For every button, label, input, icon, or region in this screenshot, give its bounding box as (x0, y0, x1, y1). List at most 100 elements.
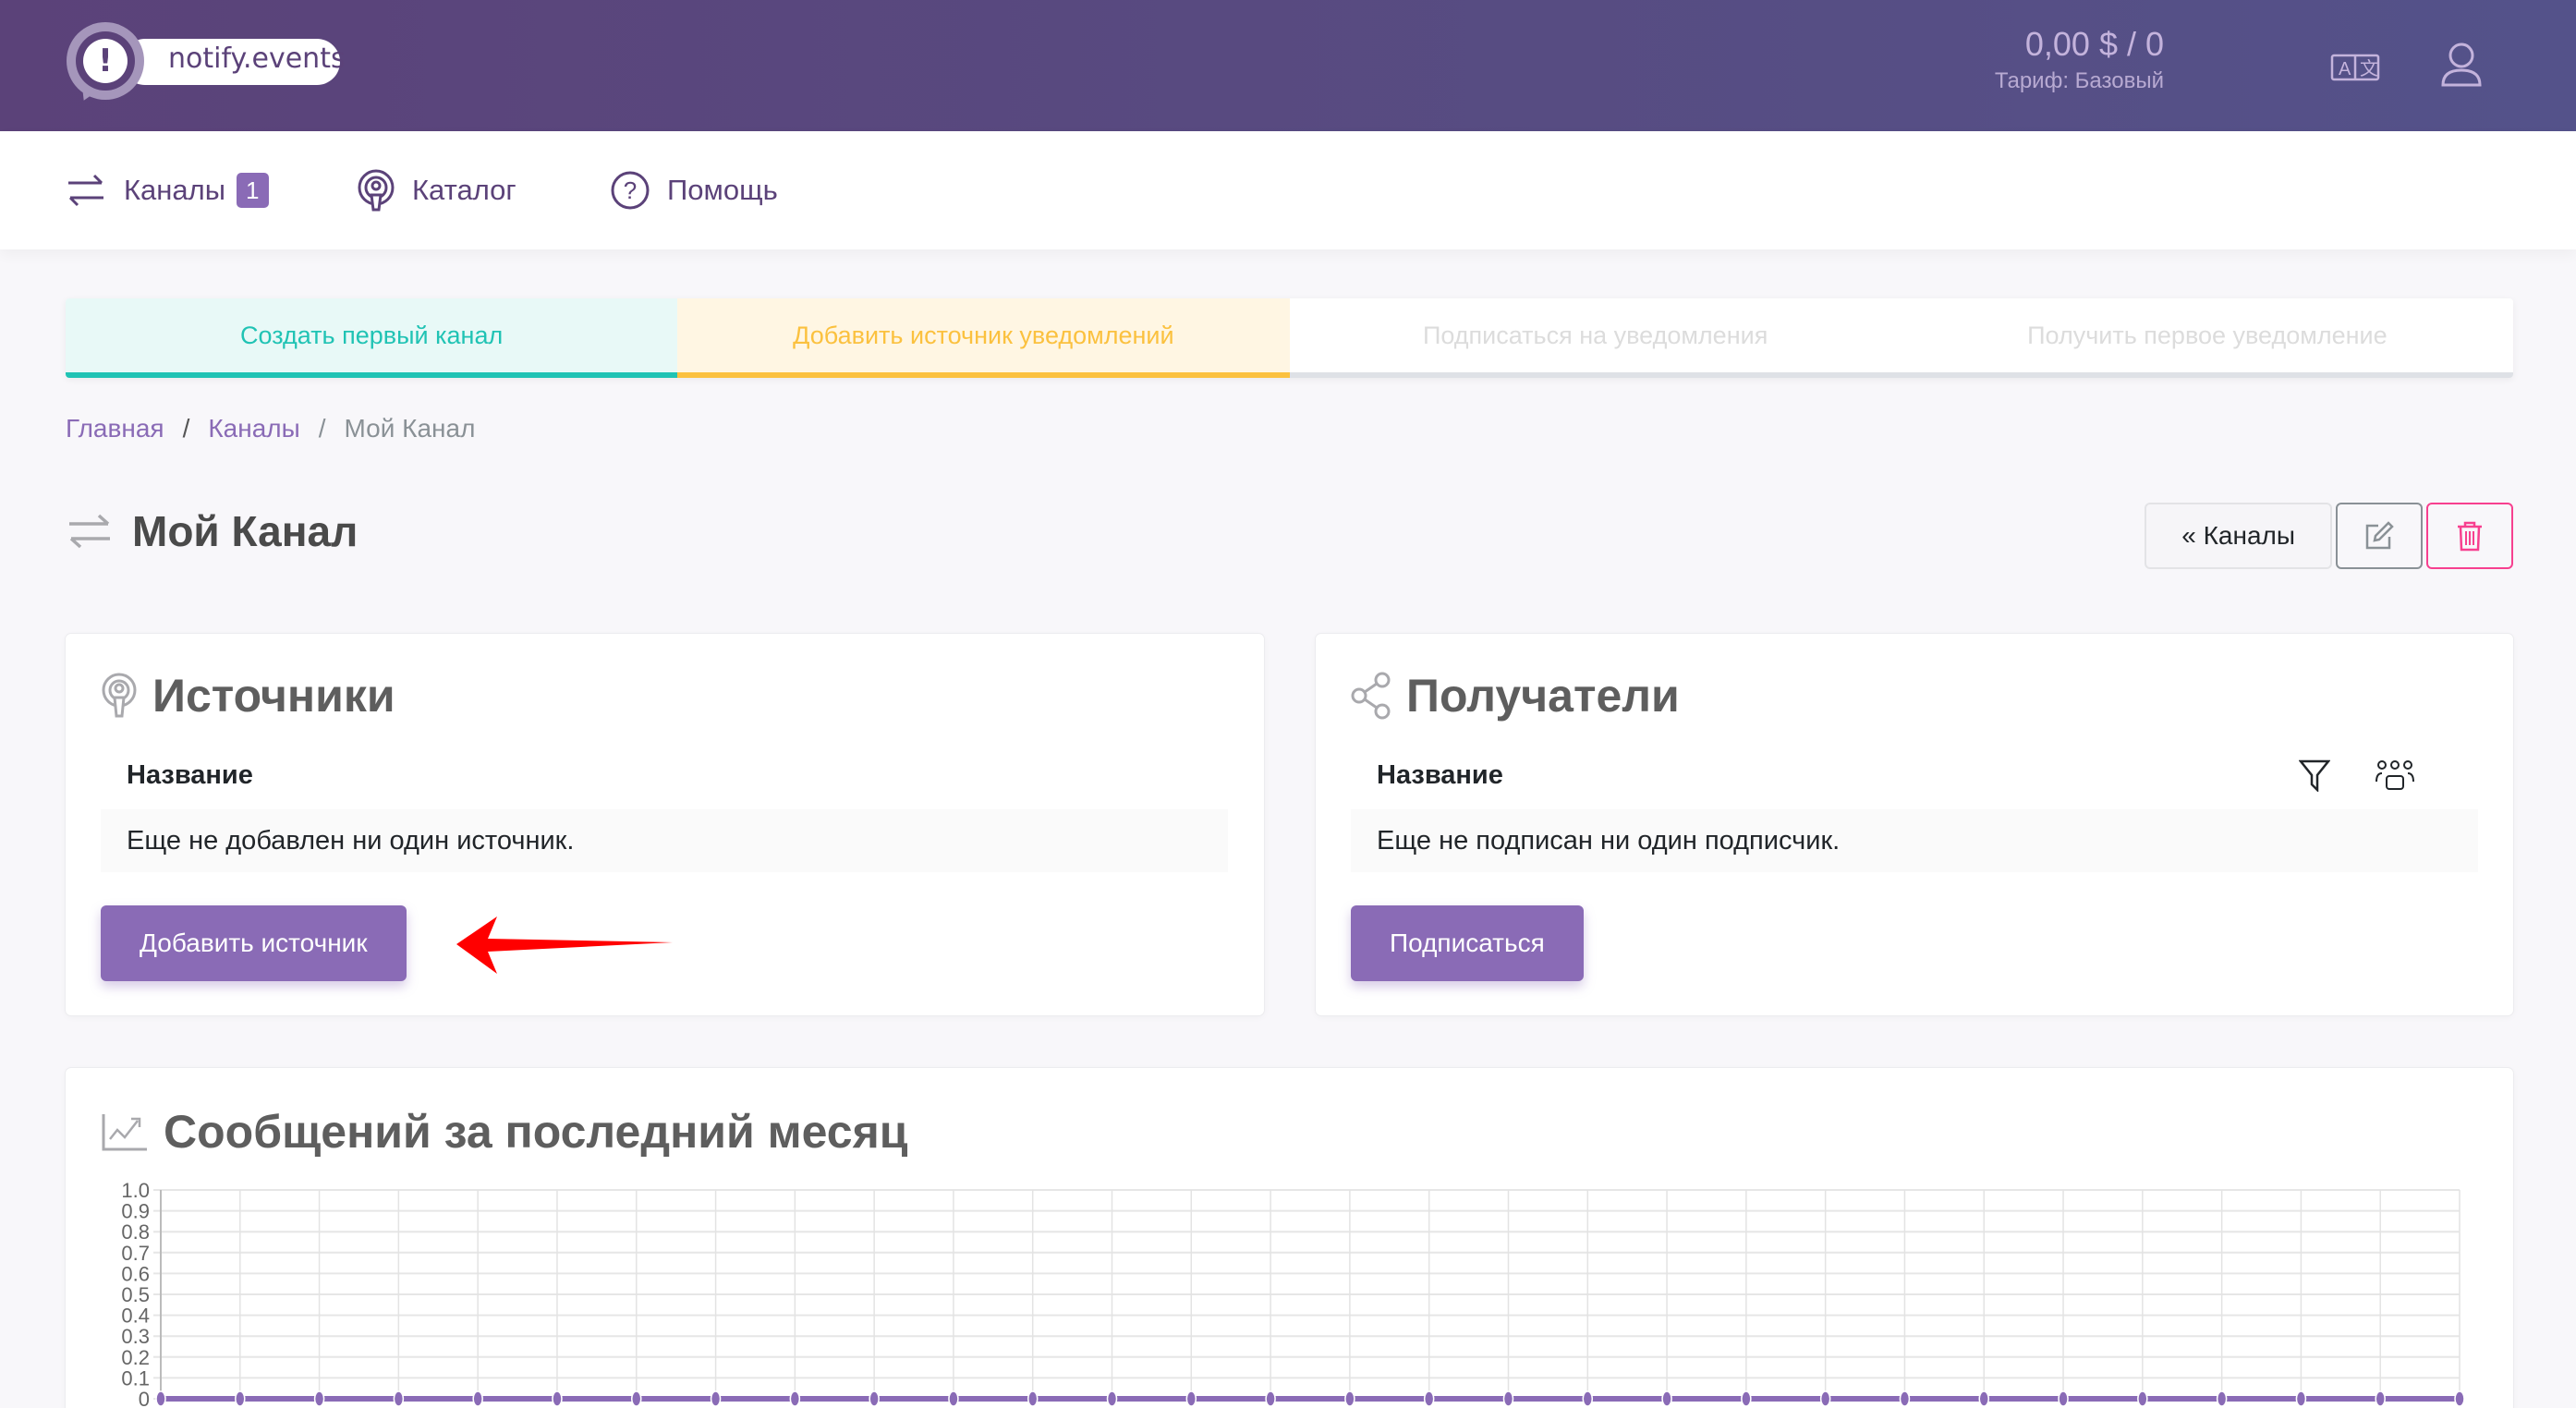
step-subscribe[interactable]: Подписаться на уведомления (1289, 298, 1902, 378)
recipients-empty-row: Еще не подписан ни один подписчик. (1351, 809, 2478, 872)
svg-text:?: ? (624, 176, 637, 204)
sources-header: Источники (101, 669, 395, 722)
breadcrumb-separator: / (318, 414, 326, 443)
sources-table-header: Название (101, 745, 1228, 806)
data-point (2216, 1390, 2228, 1407)
data-point (1819, 1390, 1831, 1407)
nav-item-help[interactable]: ? Помощь (610, 166, 778, 214)
broadcast-icon (102, 673, 137, 718)
sources-empty-row: Еще не добавлен ни один источник. (101, 809, 1228, 872)
step-create-channel[interactable]: Создать первый канал (66, 298, 678, 378)
data-point (1106, 1390, 1118, 1407)
data-point (155, 1390, 166, 1407)
data-point (1978, 1390, 1989, 1407)
empty-message: Еще не подписан ни один подписчик. (1377, 825, 1841, 856)
nav-label-channels: Каналы (124, 174, 226, 206)
messages-chart-card: Сообщений за последний месяц 0 0.1 0.2 0.3 0… (66, 1068, 2513, 1408)
user-icon[interactable] (2436, 41, 2487, 92)
tariff-label: Тариф: Базовый (1994, 68, 2164, 93)
balance-amount: 0,00 $ / 0 (2024, 25, 2164, 63)
column-name: Название (127, 759, 253, 790)
data-point (552, 1390, 563, 1407)
y-tick-label: 1.0 (121, 1179, 150, 1202)
breadcrumb-channels[interactable]: Каналы (208, 414, 299, 443)
data-point (948, 1390, 959, 1407)
delete-channel-button[interactable] (2426, 503, 2513, 569)
users-group-icon[interactable] (2375, 759, 2415, 791)
data-point (869, 1390, 880, 1407)
nav-label-help: Помощь (667, 174, 778, 206)
broadcast-icon (358, 169, 395, 212)
data-point (472, 1390, 483, 1407)
y-tick-label: 0.4 (121, 1305, 150, 1328)
breadcrumb-home[interactable]: Главная (66, 414, 164, 443)
data-point (789, 1390, 801, 1407)
recipients-header: Получатели (1351, 669, 1680, 722)
data-point (2454, 1390, 2465, 1407)
breadcrumb: Главная / Каналы / Мой Канал (66, 414, 475, 443)
data-point (631, 1390, 642, 1407)
y-tick-label: 0.2 (121, 1346, 150, 1369)
data-point (1423, 1390, 1435, 1407)
back-to-channels-button[interactable]: « Каналы (2145, 503, 2332, 569)
recipients-card: Получатели Название Еще не подписан ни о… (1316, 634, 2513, 1015)
data-point (710, 1390, 722, 1407)
step-label: Подписаться на уведомления (1422, 321, 1768, 349)
data-point (1502, 1390, 1514, 1407)
data-point (313, 1390, 325, 1407)
y-tick-label: 0.8 (121, 1220, 150, 1244)
onboarding-steps: Создать первый канал Добавить источник у… (66, 298, 2513, 378)
step-label: Получить первое уведомление (2027, 321, 2388, 349)
data-point (393, 1390, 405, 1407)
y-tick-label: 0.5 (121, 1283, 150, 1306)
arrows-exchange-icon (69, 514, 110, 549)
data-point (1582, 1390, 1594, 1407)
filter-icon[interactable] (2299, 759, 2330, 792)
arrows-exchange-icon (68, 174, 103, 207)
data-point (1899, 1390, 1911, 1407)
channels-count-badge: 1 (237, 173, 269, 208)
y-tick-label: 0 (139, 1388, 150, 1408)
edit-icon (2365, 521, 2394, 550)
subscribe-button[interactable]: Подписаться (1351, 905, 1584, 981)
data-point (235, 1390, 246, 1407)
top-header: notify.events ! 0,00 $ / 0 Тариф: Базовы… (0, 0, 2576, 131)
column-name: Название (1377, 759, 1503, 790)
page-title: Мой Канал (132, 507, 358, 555)
step-first-notification[interactable]: Получить первое уведомление (1901, 298, 2513, 378)
data-point (1661, 1390, 1672, 1407)
add-source-button[interactable]: Добавить источник (101, 905, 407, 981)
data-point (1741, 1390, 1752, 1407)
translate-icon[interactable]: A 文 (2330, 41, 2382, 92)
y-tick-label: 0.6 (121, 1262, 150, 1285)
edit-channel-button[interactable] (2336, 503, 2423, 569)
svg-text:文: 文 (2360, 58, 2378, 79)
brand-name: notify.events (168, 42, 346, 75)
exclamation-icon: ! (83, 39, 128, 83)
trash-icon (2458, 521, 2482, 552)
y-tick-label: 0.7 (121, 1242, 150, 1265)
step-label: Создать первый канал (240, 321, 504, 349)
recipients-table-header: Название (1351, 745, 2478, 806)
step-label: Добавить источник уведомлений (793, 321, 1174, 349)
breadcrumb-current: Мой Канал (344, 414, 476, 443)
main-nav: Каналы 1 Каталог ? Помощь (0, 131, 2576, 249)
nav-label-catalog: Каталог (412, 174, 516, 206)
nav-item-catalog[interactable]: Каталог (357, 166, 516, 214)
y-tick-label: 0.1 (121, 1366, 150, 1390)
page-title-row: Мой Канал (66, 506, 358, 556)
data-point (1185, 1390, 1197, 1407)
data-point (1344, 1390, 1355, 1407)
data-point (2295, 1390, 2307, 1407)
data-point (2375, 1390, 2386, 1407)
step-add-source[interactable]: Добавить источник уведомлений (677, 298, 1290, 378)
y-tick-label: 0.9 (121, 1200, 150, 1223)
breadcrumb-separator: / (182, 414, 190, 443)
data-point (2137, 1390, 2148, 1407)
nav-item-channels[interactable]: Каналы 1 (65, 166, 269, 214)
logo[interactable]: notify.events ! (67, 20, 353, 105)
balance-block[interactable]: 0,00 $ / 0 Тариф: Базовый (1995, 24, 2164, 98)
data-point (2058, 1390, 2069, 1407)
question-circle-icon: ? (611, 171, 650, 210)
data-point (1027, 1390, 1039, 1407)
